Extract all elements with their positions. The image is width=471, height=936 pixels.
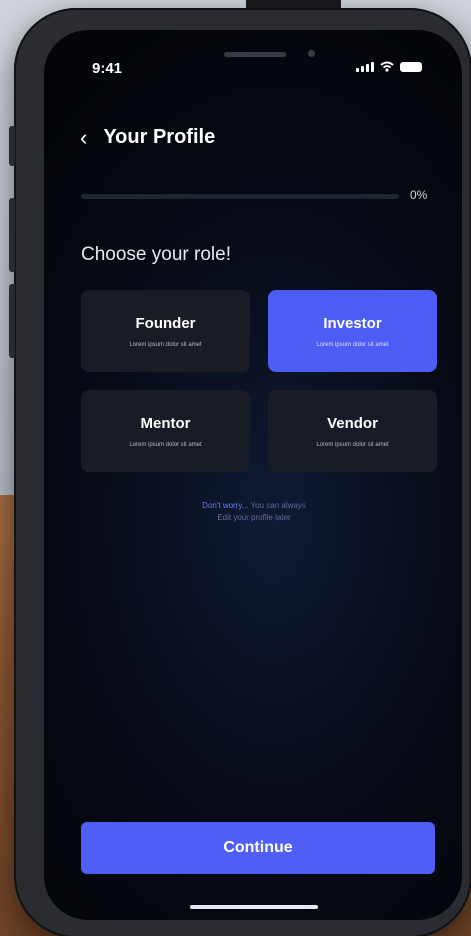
role-card-investor[interactable]: Investor Lorem ipsum dolor sit amet [268, 290, 437, 372]
status-bar: 9:41 [44, 30, 462, 90]
phone-frame: 9:41 ‹ Your Profile 0% Choose your role!… [9, 8, 471, 936]
front-camera [308, 50, 315, 57]
status-time: 9:41 [92, 60, 123, 77]
battery-icon [400, 62, 422, 72]
helper-text: Don't worry... You can always Edit your … [104, 500, 404, 524]
role-name: Founder [135, 314, 196, 332]
role-description: Lorem ipsum dolor sit amet [316, 441, 389, 448]
phone-volume-up [9, 198, 15, 272]
role-name: Mentor [140, 414, 191, 432]
role-card-mentor[interactable]: Mentor Lorem ipsum dolor sit amet [81, 390, 250, 472]
helper-line-2: Edit your profile later [217, 513, 291, 522]
continue-button[interactable]: Continue [81, 822, 435, 874]
role-description: Lorem ipsum dolor sit amet [129, 441, 202, 448]
role-prompt: Choose your role! [81, 244, 231, 265]
home-indicator [190, 905, 318, 909]
role-card-vendor[interactable]: Vendor Lorem ipsum dolor sit amet [268, 390, 437, 472]
progress-bar [81, 194, 399, 199]
app-screen: 9:41 ‹ Your Profile 0% Choose your role!… [44, 30, 462, 920]
page-header: ‹ Your Profile [80, 126, 215, 149]
role-card-founder[interactable]: Founder Lorem ipsum dolor sit amet [81, 290, 250, 372]
speaker-grille [224, 52, 286, 57]
role-name: Vendor [327, 414, 378, 432]
phone-volume-down [9, 284, 15, 358]
chevron-left-icon[interactable]: ‹ [80, 126, 87, 149]
helper-line-1: Don't worry... You can always [104, 500, 404, 512]
wifi-icon [380, 61, 394, 72]
signal-icon [356, 61, 374, 72]
page-title: Your Profile [103, 126, 216, 148]
progress-label: 0% [410, 188, 428, 202]
helper-line-1-rest: You can always [248, 501, 306, 510]
role-description: Lorem ipsum dolor sit amet [129, 341, 202, 348]
system-icons [356, 61, 422, 72]
role-name: Investor [323, 314, 382, 332]
role-description: Lorem ipsum dolor sit amet [316, 341, 389, 348]
phone-mute-switch [9, 126, 15, 166]
helper-link[interactable]: Don't worry... [202, 501, 248, 510]
role-grid: Founder Lorem ipsum dolor sit amet Inves… [81, 290, 437, 472]
